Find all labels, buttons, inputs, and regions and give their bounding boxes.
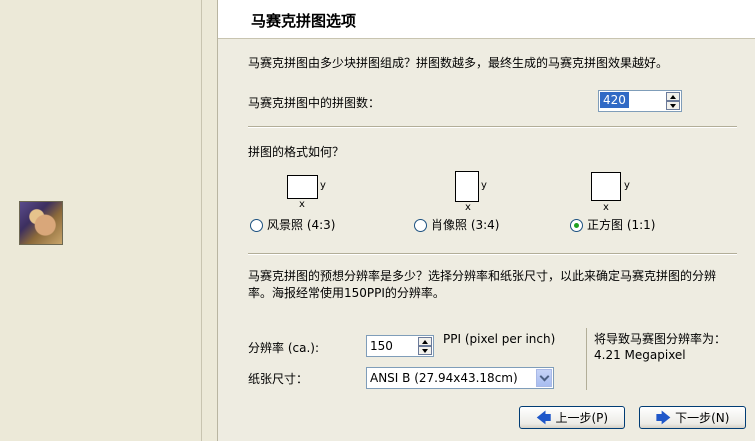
separator [248,253,737,255]
tiles-increment-button[interactable] [666,92,680,101]
radio-portrait[interactable]: 肖像照 (3:4) [414,217,500,233]
resolution-description-2: 率。海报经常使用150PPI的分辨率。 [248,286,445,300]
intro-text: 马赛克拼图由多少块拼图组成？拼图数越多，最终生成的马赛克拼图效果越好。 [248,56,669,70]
next-button[interactable]: 🡆 下一步(N) [639,406,746,429]
radio-square-label: 正方图 (1:1) [587,218,656,232]
radio-selected-dot [574,222,579,228]
arrow-right-icon: 🡆 [655,408,672,427]
axis-y-label: y [320,180,326,191]
separator [248,126,737,128]
format-question: 拼图的格式如何？ [248,145,345,159]
radio-landscape-label: 风景照 (4:3) [267,218,336,232]
tiles-decrement-button[interactable] [666,101,680,110]
triangle-up-icon [422,339,428,344]
tiles-input[interactable]: 420 [600,92,629,108]
resolution-label: 分辨率 (ca.): [248,341,319,355]
triangle-down-icon [670,103,676,108]
arrow-left-icon: 🡄 [535,408,552,427]
axis-x-label: x [299,199,305,210]
result-label: 将导致马赛图分辨率为： [594,332,727,346]
landscape-shape [287,175,318,199]
back-button-label: 上一步(P) [555,411,609,425]
triangle-down-icon [422,348,428,353]
square-shape [591,172,621,201]
resolution-input[interactable]: 150 [370,338,393,354]
radio-button[interactable] [414,218,427,232]
radio-button[interactable] [250,218,263,232]
triangle-up-icon [670,94,676,99]
resolution-decrement-button[interactable] [418,346,432,355]
dropdown-button[interactable] [536,369,552,387]
page-title: 马赛克拼图选项 [251,12,357,30]
radio-square[interactable]: 正方图 (1:1) [570,217,656,233]
radio-portrait-label: 肖像照 (3:4) [431,218,500,232]
resolution-unit: PPI (pixel per inch) [443,332,556,346]
mosaic-preview-thumbnail [19,201,63,245]
radio-button-selected[interactable] [570,218,583,232]
axis-x-label: x [465,202,471,213]
axis-x-label: x [603,202,609,213]
tiles-spinner[interactable]: 420 [598,90,682,112]
chevron-down-icon [539,371,549,382]
paper-size-select[interactable]: ANSI B (27.94x43.18cm) [366,367,554,389]
axis-y-label: y [624,180,630,191]
back-button[interactable]: 🡄 上一步(P) [519,406,625,429]
tiles-label: 马赛克拼图中的拼图数： [248,96,381,110]
radio-landscape[interactable]: 风景照 (4:3) [250,217,336,233]
resolution-increment-button[interactable] [418,337,432,346]
resolution-spinner[interactable]: 150 [366,335,434,357]
resolution-description: 马赛克拼图的预想分辨率是多少？选择分辨率和纸张尺寸，以此来确定马赛克拼图的分辨 [248,269,717,283]
next-button-label: 下一步(N) [675,411,730,425]
result-value: 4.21 Megapixel [594,348,686,362]
portrait-shape [455,171,479,202]
paper-size-value: ANSI B (27.94x43.18cm) [370,371,518,385]
axis-y-label: y [481,180,487,191]
paper-label: 纸张尺寸： [248,372,309,386]
result-divider [586,328,587,390]
